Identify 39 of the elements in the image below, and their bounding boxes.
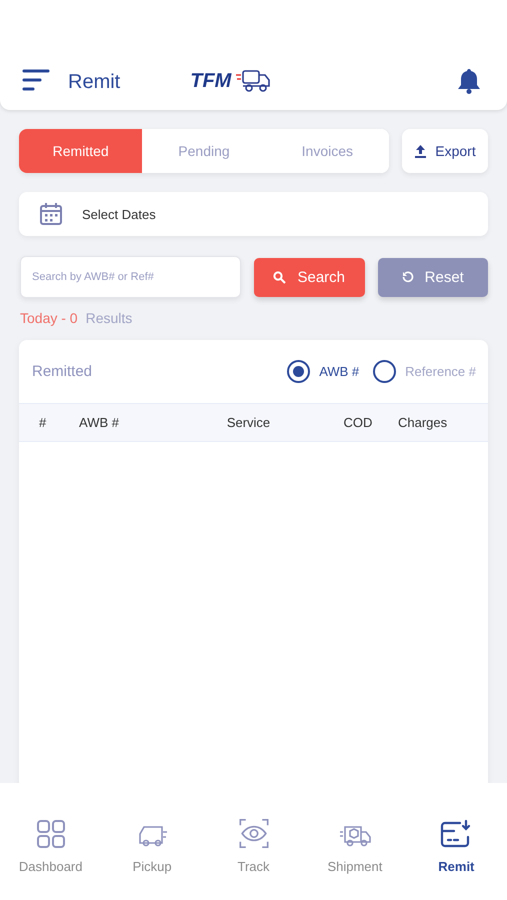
export-button[interactable]: Export (402, 129, 488, 173)
card-title: Remitted (32, 363, 92, 380)
date-field[interactable]: Select Dates (19, 192, 488, 236)
nav-item[interactable]: Track (202, 817, 304, 875)
radio-option[interactable]: AWB # (287, 360, 360, 383)
result-period: Today - 0 (20, 310, 78, 326)
radio-button[interactable] (287, 360, 310, 383)
nav-item[interactable]: Pickup (101, 817, 203, 875)
truck-icon (235, 68, 272, 94)
van-icon (136, 823, 168, 849)
notification-bell-icon[interactable] (457, 68, 481, 94)
tab[interactable]: Invoices (266, 129, 389, 173)
nav-item[interactable]: Shipment (304, 817, 406, 875)
nav-item[interactable]: Dashboard (0, 817, 102, 875)
search-field[interactable]: Search by AWB# or Ref# (20, 256, 241, 298)
grid-icon (36, 819, 66, 849)
delivery-truck-icon (338, 823, 371, 849)
remit-icon (440, 819, 472, 849)
logo-text: TFM (190, 70, 232, 92)
reset-button[interactable]: Reset (378, 258, 488, 296)
search-icon (273, 270, 286, 284)
result-label: Results (86, 310, 132, 326)
page-title: Remit (68, 71, 120, 94)
calendar-icon (39, 202, 63, 226)
upload-icon (414, 144, 428, 158)
nav-item[interactable]: Remit (406, 817, 507, 875)
eye-scan-icon (236, 818, 271, 849)
column-header: Charges (398, 415, 448, 430)
radio-button[interactable] (373, 360, 396, 383)
radio-option[interactable]: Reference # (373, 360, 476, 383)
search-button[interactable]: Search (254, 258, 364, 296)
column-header: # (39, 415, 48, 430)
reset-icon (402, 271, 414, 283)
column-header: AWB # (79, 415, 120, 430)
tab[interactable]: Pending (142, 129, 266, 173)
column-header: COD (342, 415, 374, 430)
menu-icon[interactable] (22, 68, 50, 92)
column-header: Service (226, 415, 272, 430)
tab[interactable]: Remitted (19, 129, 142, 173)
